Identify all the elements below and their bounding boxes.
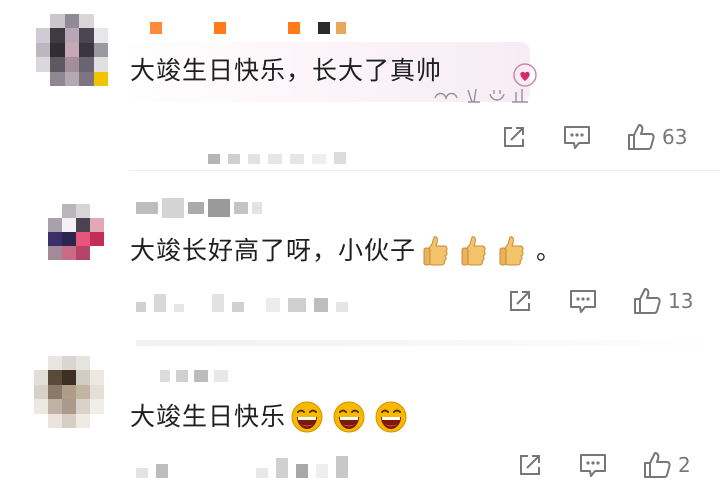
username-blurred[interactable]	[136, 198, 262, 218]
like-button[interactable]: 63	[626, 122, 687, 152]
comment-3: 大竣生日快乐 2	[0, 346, 720, 490]
comment-text: 大竣生日快乐，长大了真帅	[130, 56, 443, 85]
reply-button[interactable]	[578, 451, 608, 479]
comment-text: 大竣生日快乐	[130, 402, 287, 431]
comment-icon	[570, 290, 596, 313]
laughing-emoji	[291, 401, 323, 433]
share-button[interactable]	[516, 451, 544, 479]
comment-trailing-punct: 。	[536, 236, 563, 265]
timestamp-blurred	[136, 294, 348, 312]
share-icon	[510, 291, 530, 311]
like-icon	[628, 124, 655, 150]
comment-icon	[564, 126, 590, 149]
comment-actions: 2	[516, 450, 691, 480]
comment-2: 大竣长好高了呀，小伙子 。 13	[0, 170, 720, 340]
timestamp-blurred	[208, 136, 346, 164]
hand-gesture-stickers-icon	[434, 88, 528, 103]
like-icon	[644, 452, 671, 478]
comment-actions: 13	[506, 286, 693, 316]
avatar[interactable]	[48, 204, 104, 260]
like-button[interactable]: 13	[632, 286, 693, 316]
avatar[interactable]	[36, 14, 108, 86]
share-icon	[504, 127, 524, 147]
timestamp-blurred	[136, 456, 348, 478]
comment-text-row: 大竣长好高了呀，小伙子 。	[130, 234, 562, 268]
thumbs-up-emoji	[423, 236, 448, 266]
like-icon	[634, 288, 661, 314]
laughing-emoji	[333, 401, 365, 433]
like-count: 2	[678, 453, 691, 477]
like-count: 13	[668, 289, 694, 313]
comment-actions: 63	[500, 122, 687, 152]
comment-icon	[580, 454, 606, 477]
laughing-emoji	[375, 401, 407, 433]
comment-text-row: 大竣生日快乐	[130, 400, 408, 434]
share-button[interactable]	[500, 123, 528, 151]
username-blurred[interactable]	[150, 22, 346, 34]
reply-button[interactable]	[562, 123, 592, 151]
reply-button[interactable]	[568, 287, 598, 315]
avatar[interactable]	[34, 356, 104, 428]
comment-text: 大竣长好高了呀，小伙子	[130, 236, 417, 265]
heart-sticker-icon	[513, 63, 537, 87]
like-count: 63	[662, 125, 688, 149]
username-blurred[interactable]	[160, 370, 228, 382]
comment-1: 大竣生日快乐，长大了真帅 63	[0, 0, 720, 170]
like-button[interactable]: 2	[642, 450, 691, 480]
thumbs-up-emoji	[461, 236, 486, 266]
thumbs-up-emoji	[499, 236, 524, 266]
share-button[interactable]	[506, 287, 534, 315]
share-icon	[520, 455, 540, 475]
